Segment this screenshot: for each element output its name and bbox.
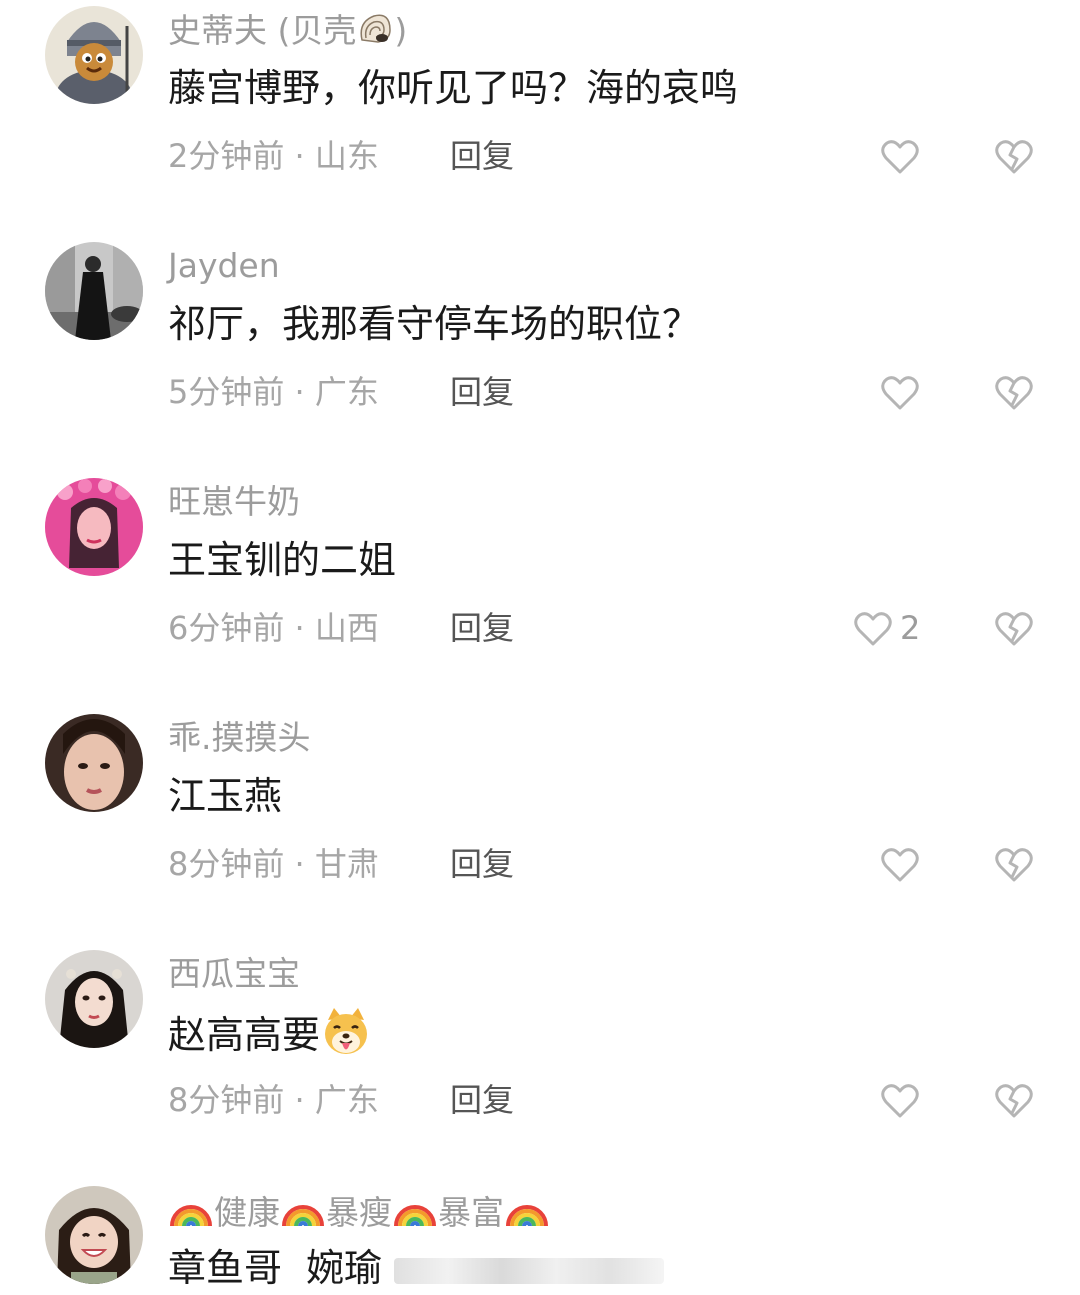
comment-time-location: 8分钟前 · 甘肃 (168, 845, 379, 883)
username[interactable]: 健康 暴瘦 暴富 (168, 1190, 550, 1239)
comment-text: 祁厅，我那看守停车场的职位？ (168, 302, 701, 346)
username[interactable]: 乖.摸摸头 (168, 718, 311, 758)
username[interactable]: 旺崽牛奶 (168, 482, 300, 522)
comment-item: Jayden 祁厅，我那看守停车场的职位？ 5分钟前 · 广东 回复 (0, 236, 1080, 466)
username[interactable]: Jayden (168, 246, 280, 286)
reply-button[interactable]: 回复 (450, 136, 514, 176)
dislike-broken-heart-icon[interactable] (994, 1081, 1034, 1121)
comment-item: 乖.摸摸头 江玉燕 8分钟前 · 甘肃 回复 (0, 708, 1080, 938)
avatar[interactable] (45, 6, 143, 104)
comment-time-location: 2分钟前 · 山东 (168, 137, 379, 175)
avatar[interactable] (45, 714, 143, 812)
comment-item: 西瓜宝宝 赵高高要 8分钟前 · 广东 回复 (0, 944, 1080, 1174)
comment-item: 旺崽牛奶 王宝钏的二姐 6分钟前 · 山西 回复 2 (0, 472, 1080, 702)
comment-text: 江玉燕 (168, 774, 283, 818)
comment-time-location: 8分钟前 · 广东 (168, 1081, 379, 1119)
like-count: 2 (900, 609, 921, 647)
like-heart-icon[interactable] (880, 373, 920, 413)
reply-button[interactable]: 回复 (450, 608, 514, 648)
comment-time-location: 5分钟前 · 广东 (168, 373, 379, 411)
reply-button[interactable]: 回复 (450, 372, 514, 412)
comment-text: 王宝钏的二姐 (168, 538, 397, 582)
comment-text: 藤宫博野，你听见了吗？海的哀鸣 (168, 66, 739, 110)
spiral-shell-icon (356, 10, 394, 55)
like-heart-icon[interactable] (853, 609, 893, 649)
dislike-broken-heart-icon[interactable] (994, 373, 1034, 413)
blurred-text-region (394, 1257, 665, 1284)
username[interactable]: 史蒂夫 (贝壳 ) (168, 10, 407, 55)
like-heart-icon[interactable] (880, 1081, 920, 1121)
comment-text: 赵高高要 (168, 1006, 372, 1069)
reply-button[interactable]: 回复 (450, 844, 514, 884)
like-heart-icon[interactable] (880, 845, 920, 885)
avatar[interactable] (45, 478, 143, 576)
rainbow-icon (392, 1190, 438, 1239)
dislike-broken-heart-icon[interactable] (994, 845, 1034, 885)
avatar[interactable] (45, 242, 143, 340)
dog-tongue-emoji-icon (320, 1006, 372, 1069)
reply-button[interactable]: 回复 (450, 1080, 514, 1120)
rainbow-icon (168, 1190, 214, 1239)
username[interactable]: 西瓜宝宝 (168, 954, 300, 994)
avatar[interactable] (45, 950, 143, 1048)
rainbow-icon (504, 1190, 550, 1239)
dislike-broken-heart-icon[interactable] (994, 609, 1034, 649)
comment-item: 史蒂夫 (贝壳 ) 藤宫博野，你听见了吗？海的哀鸣 2分钟前 · 山东 回复 (0, 0, 1080, 230)
like-heart-icon[interactable] (880, 137, 920, 177)
avatar[interactable] (45, 1186, 143, 1284)
dislike-broken-heart-icon[interactable] (994, 137, 1034, 177)
comment-item: 健康 暴瘦 暴富 章鱼哥 婉瑜 (0, 1180, 1080, 1295)
rainbow-icon (280, 1190, 326, 1239)
comment-time-location: 6分钟前 · 山西 (168, 609, 379, 647)
comment-text: 章鱼哥 婉瑜 (168, 1244, 665, 1292)
